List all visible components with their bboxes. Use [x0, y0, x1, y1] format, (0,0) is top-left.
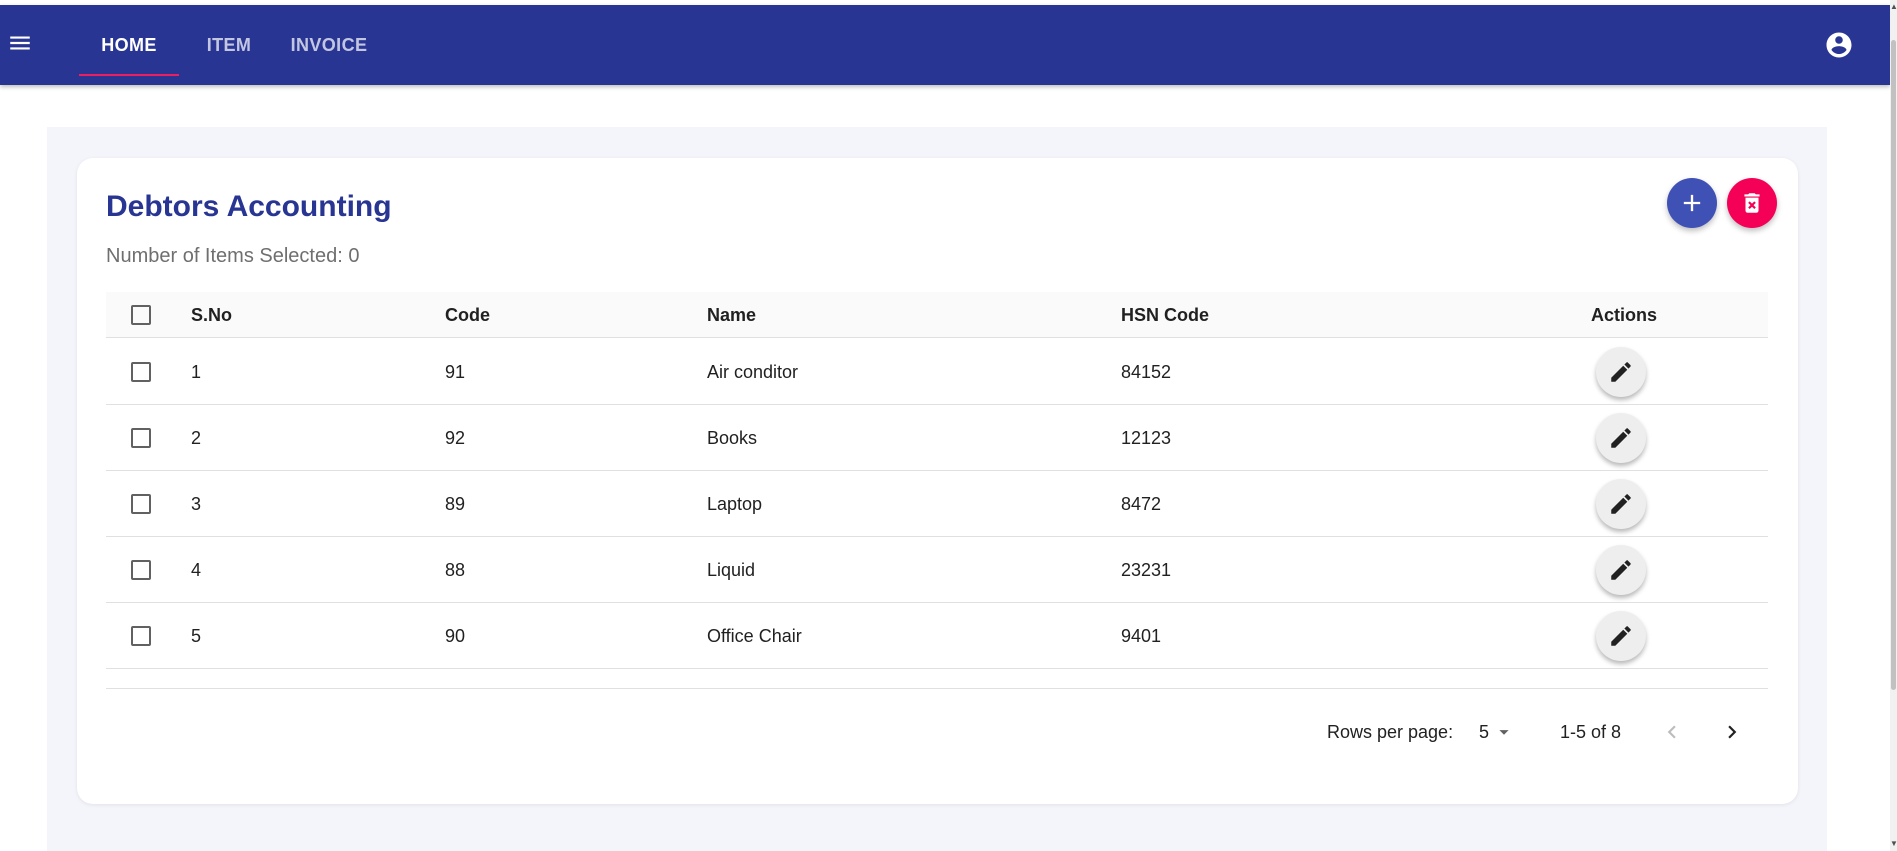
- delete-forever-icon: [1744, 193, 1760, 213]
- chevron-right-icon: [1728, 725, 1737, 739]
- cell-code: 91: [445, 362, 466, 382]
- cell-sno: 1: [191, 362, 202, 382]
- row-checkbox[interactable]: [129, 426, 153, 450]
- row-checkbox[interactable]: [129, 492, 153, 516]
- pencil-icon: [1611, 494, 1631, 514]
- select-all-checkbox[interactable]: [129, 303, 153, 327]
- previous-page-button[interactable]: [1652, 712, 1692, 752]
- cell-code: 92: [445, 428, 466, 448]
- vertical-scrollbar[interactable]: ▲ ▼: [1890, 0, 1897, 851]
- chevron-left-icon: [1667, 725, 1676, 739]
- cell-hsn-code: 8472: [1121, 494, 1162, 514]
- pencil-icon: [1611, 362, 1631, 382]
- row-checkbox[interactable]: [129, 558, 153, 582]
- delete-button[interactable]: [1727, 178, 1777, 228]
- next-page-button[interactable]: [1712, 712, 1752, 752]
- rows-per-page-value: 5: [1479, 721, 1490, 742]
- pencil-icon: [1611, 626, 1631, 646]
- add-button[interactable]: [1667, 178, 1717, 228]
- row-checkbox[interactable]: [129, 624, 153, 648]
- cell-name: Office Chair: [707, 626, 802, 646]
- table-row: 5 90 Office Chair 9401: [106, 603, 1768, 669]
- pencil-icon: [1611, 428, 1631, 448]
- cell-sno: 5: [191, 626, 202, 646]
- tab-item[interactable]: ITEM: [189, 5, 269, 85]
- column-header-name[interactable]: Name: [707, 292, 756, 338]
- column-header-actions: Actions: [1591, 305, 1658, 325]
- rows-per-page-select[interactable]: 5: [1479, 712, 1519, 752]
- column-header-sno[interactable]: S.No: [191, 292, 232, 338]
- cell-name: Books: [707, 428, 758, 448]
- cell-sno: 2: [191, 428, 202, 448]
- cell-hsn-code: 84152: [1121, 362, 1172, 382]
- table-header: S.No Code Name HSN Code Actions: [106, 292, 1768, 338]
- page-range-text: 1-5 of 8: [1560, 722, 1622, 742]
- rows-per-page-label: Rows per page:: [1327, 722, 1454, 742]
- table-divider: [106, 688, 1768, 689]
- cell-hsn-code: 23231: [1121, 560, 1172, 580]
- edit-button[interactable]: [1596, 611, 1646, 661]
- column-header-hsn-code[interactable]: HSN Code: [1121, 292, 1209, 338]
- tab-home[interactable]: HOME: [79, 5, 179, 85]
- column-header-code[interactable]: Code: [445, 292, 490, 338]
- dropdown-arrow-icon: [1499, 730, 1509, 735]
- edit-button[interactable]: [1596, 545, 1646, 595]
- cell-name: Laptop: [707, 494, 763, 514]
- selected-count-text: Number of Items Selected: 0: [106, 245, 360, 267]
- page-title: Debtors Accounting: [106, 190, 392, 223]
- plus-icon: [1683, 194, 1701, 212]
- scroll-up-arrow-icon[interactable]: ▲: [1890, 2, 1897, 12]
- debtors-card: Debtors Accounting Number of Items Selec…: [77, 158, 1798, 804]
- account-circle-icon: [1826, 32, 1852, 58]
- scroll-down-arrow-icon[interactable]: ▼: [1890, 839, 1897, 849]
- cell-hsn-code: 9401: [1121, 626, 1162, 646]
- pagination: Rows per page: 5 1-5 of 8: [77, 712, 1798, 752]
- table-row: 1 91 Air conditor 84152: [106, 339, 1768, 405]
- edit-button[interactable]: [1596, 347, 1646, 397]
- scroll-thumb[interactable]: [1891, 40, 1896, 690]
- cell-hsn-code: 12123: [1121, 428, 1172, 448]
- cell-code: 90: [445, 626, 466, 646]
- app-bar: HOME ITEM INVOICE: [0, 5, 1890, 85]
- cell-code: 89: [445, 494, 466, 514]
- cell-name: Liquid: [707, 560, 756, 580]
- cell-code: 88: [445, 560, 466, 580]
- menu-button[interactable]: [4, 27, 36, 59]
- table-row: 2 92 Books 12123: [106, 405, 1768, 471]
- table-row: 3 89 Laptop 8472: [106, 471, 1768, 537]
- account-button[interactable]: [1823, 29, 1855, 61]
- table-row: 4 88 Liquid 23231: [106, 537, 1768, 603]
- cell-sno: 3: [191, 494, 202, 514]
- pencil-icon: [1611, 560, 1631, 580]
- cell-name: Air conditor: [707, 362, 799, 382]
- edit-button[interactable]: [1596, 479, 1646, 529]
- hamburger-menu-icon: [10, 36, 30, 50]
- edit-button[interactable]: [1596, 413, 1646, 463]
- tab-invoice[interactable]: INVOICE: [279, 5, 379, 85]
- row-checkbox[interactable]: [129, 360, 153, 384]
- cell-sno: 4: [191, 560, 202, 580]
